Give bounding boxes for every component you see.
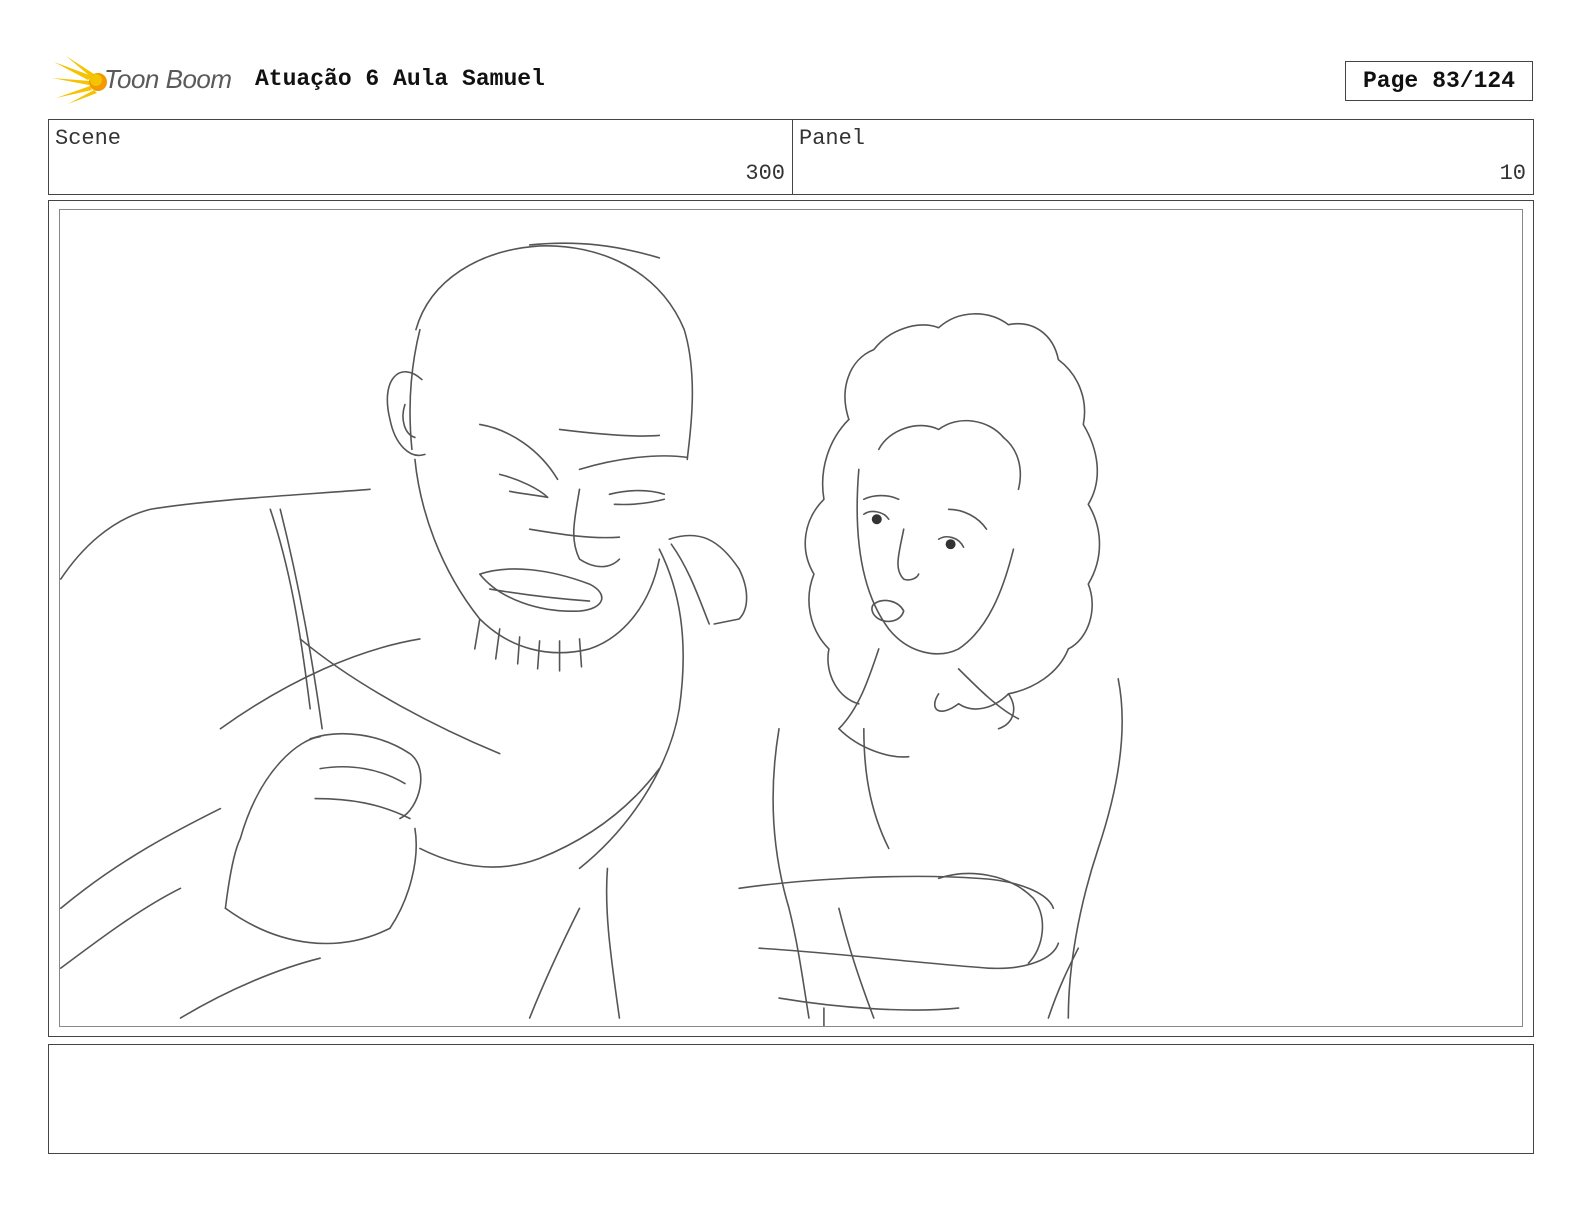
page-label: Page <box>1362 68 1419 94</box>
page-indicator: Page 83/124 <box>1345 61 1533 101</box>
storyboard-image-area <box>59 209 1523 1027</box>
man-figure <box>60 242 748 1019</box>
scene-cell: Scene 300 <box>49 120 793 194</box>
panel-label: Panel <box>799 126 866 151</box>
storyboard-frame <box>48 200 1534 1037</box>
panel-value: 10 <box>1499 161 1526 186</box>
scene-value: 300 <box>745 161 785 186</box>
scene-panel-row: Scene 300 Panel 10 <box>48 119 1534 195</box>
scene-label: Scene <box>55 126 122 151</box>
page-number: 83/124 <box>1432 68 1516 94</box>
woman-figure <box>738 313 1123 1026</box>
notes-box <box>48 1044 1534 1154</box>
document-title: Atuação 6 Aula Samuel <box>255 66 545 92</box>
panel-cell: Panel 10 <box>793 120 1533 194</box>
logo-text: Toon Boom <box>104 64 232 94</box>
sketch-drawing <box>60 242 1123 1026</box>
